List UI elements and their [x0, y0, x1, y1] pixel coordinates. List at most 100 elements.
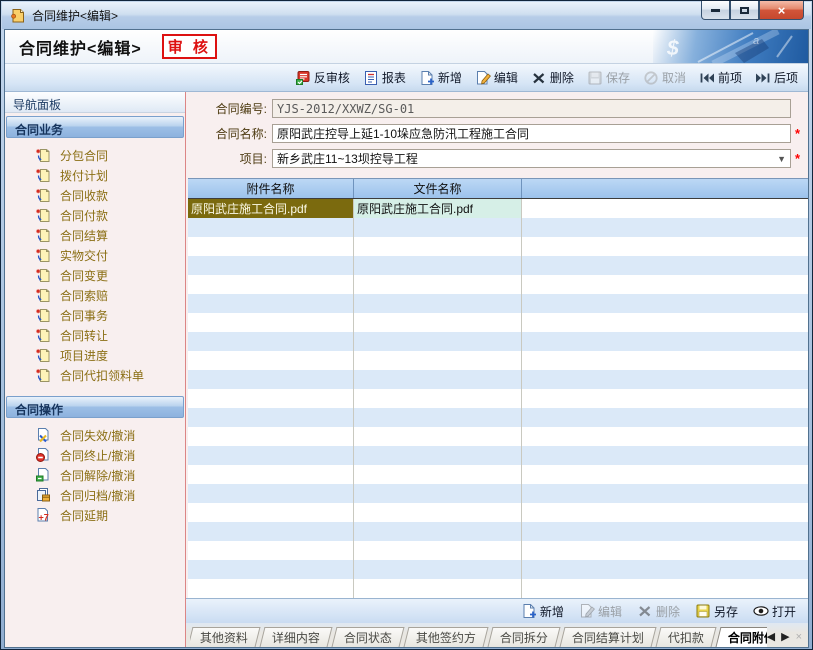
- table-cell: [522, 579, 808, 598]
- sidebar-item-label: 合同事务: [60, 307, 108, 324]
- button-label: 后项: [774, 69, 798, 86]
- table-row-empty[interactable]: [188, 313, 808, 332]
- sidebar-item-invalidate[interactable]: 合同失效/撤消: [5, 425, 185, 445]
- toolbar-next-item-button[interactable]: 后项: [751, 67, 802, 88]
- table-row-empty[interactable]: [188, 389, 808, 408]
- tab-detail-content[interactable]: 详细内容: [260, 627, 333, 647]
- table-row-empty[interactable]: [188, 256, 808, 275]
- archive-icon: [35, 487, 51, 503]
- table-cell: [522, 256, 808, 275]
- sidebar-item-physical-delivery[interactable]: 实物交付: [5, 245, 185, 265]
- doc-note-icon: [35, 167, 51, 183]
- form-row-contract-number: 合同编号: YJS-2012/XXWZ/SG-01: [186, 98, 804, 119]
- column-header-2[interactable]: [522, 179, 808, 198]
- tab-label: 合同状态: [344, 629, 392, 646]
- sidebar-sections: 合同业务分包合同拨付计划合同收款合同付款合同结算实物交付合同变更合同索赔合同事务…: [5, 113, 185, 533]
- doc-note-icon: [35, 327, 51, 343]
- table-row-empty[interactable]: [188, 408, 808, 427]
- window-controls: ×: [701, 1, 804, 20]
- table-row-empty[interactable]: [188, 522, 808, 541]
- sidebar-item-extend[interactable]: +7合同延期: [5, 505, 185, 525]
- sidebar-item-archive[interactable]: 合同归档/撤消: [5, 485, 185, 505]
- table-row-empty[interactable]: [188, 275, 808, 294]
- sidebar-item-subcontract[interactable]: 分包合同: [5, 145, 185, 165]
- toolbar-edit-button[interactable]: 编辑: [471, 67, 522, 88]
- project-dropdown[interactable]: 新乡武庄11~13坝控导工程 ▼: [272, 149, 791, 168]
- table-row-empty[interactable]: [188, 332, 808, 351]
- toolbar-report-button[interactable]: 报表: [359, 67, 410, 88]
- toolbar-add-button[interactable]: 新增: [415, 67, 466, 88]
- tab-other-signers[interactable]: 其他签约方: [404, 627, 489, 647]
- tab-other-info[interactable]: 其他资料: [190, 627, 261, 647]
- sidebar-item-contract-claim[interactable]: 合同索赔: [5, 285, 185, 305]
- tab-withholding[interactable]: 代扣款: [656, 627, 717, 647]
- sidebar-item-payment-plan[interactable]: 拨付计划: [5, 165, 185, 185]
- table-row-empty[interactable]: [188, 579, 808, 598]
- tab-settlement-plan[interactable]: 合同结算计划: [560, 627, 657, 647]
- table-row-empty[interactable]: [188, 351, 808, 370]
- sidebar-item-withhold-material[interactable]: 合同代扣领料单: [5, 365, 185, 385]
- table-row-empty[interactable]: [188, 560, 808, 579]
- button-label: 新增: [540, 603, 564, 620]
- bottom-toolbar-save-as-button[interactable]: 另存: [691, 601, 742, 622]
- tab-contract-status[interactable]: 合同状态: [332, 627, 405, 647]
- table-cell: [522, 370, 808, 389]
- toolbar-delete-button[interactable]: 删除: [527, 67, 578, 88]
- table-row-empty[interactable]: [188, 237, 808, 256]
- app-frame: 合同维护<编辑> 审 核 $a 反审核报表新增编辑删除保存取消前项后项 导航面板…: [4, 29, 809, 648]
- table-row-empty[interactable]: [188, 503, 808, 522]
- table-row-empty[interactable]: [188, 484, 808, 503]
- sidebar-item-label: 合同收款: [60, 187, 108, 204]
- toolbar-prev-item-button[interactable]: 前项: [695, 67, 746, 88]
- table-cell: [354, 275, 522, 294]
- tab-attachments[interactable]: 合同附件: [716, 627, 767, 647]
- toolbar-revoke-audit-button[interactable]: 反审核: [291, 67, 354, 88]
- contract-name-field[interactable]: 原阳武庄控导上延1-10垛应急防汛工程施工合同: [272, 124, 791, 143]
- sidebar-item-label: 合同解除/撤消: [60, 467, 135, 484]
- close-button[interactable]: ×: [759, 1, 804, 20]
- table-row-empty[interactable]: [188, 465, 808, 484]
- sidebar-item-contract-affairs[interactable]: 合同事务: [5, 305, 185, 325]
- tab-contract-split[interactable]: 合同拆分: [488, 627, 561, 647]
- table-cell: [354, 427, 522, 446]
- sidebar-item-project-progress[interactable]: 项目进度: [5, 345, 185, 365]
- minimize-button[interactable]: [701, 1, 730, 20]
- button-label: 新增: [438, 69, 462, 86]
- table-row-empty[interactable]: [188, 446, 808, 465]
- table-row-empty[interactable]: [188, 218, 808, 237]
- tab-scroll-right-button[interactable]: ▶: [781, 630, 789, 643]
- table-cell: [522, 465, 808, 484]
- sidebar-item-contract-change[interactable]: 合同变更: [5, 265, 185, 285]
- table-row-selected[interactable]: 原阳武庄施工合同.pdf原阳武庄施工合同.pdf: [188, 199, 808, 218]
- sidebar-items-contract-business: 分包合同拨付计划合同收款合同付款合同结算实物交付合同变更合同索赔合同事务合同转让…: [5, 140, 185, 393]
- titlebar[interactable]: 合同维护<编辑>: [2, 2, 811, 29]
- sidebar-item-terminate[interactable]: 合同终止/撤消: [5, 445, 185, 465]
- maximize-button[interactable]: [730, 1, 759, 20]
- table-cell: [188, 465, 354, 484]
- sidebar-section-contract-business[interactable]: 合同业务: [6, 116, 184, 138]
- doc-new-icon: [521, 603, 537, 619]
- table-row-empty[interactable]: [188, 427, 808, 446]
- sidebar-item-contract-settlement[interactable]: 合同结算: [5, 225, 185, 245]
- contract-name-label: 合同名称:: [186, 125, 272, 142]
- table-cell: [354, 313, 522, 332]
- tab-scroll-left-button[interactable]: ◀: [767, 630, 775, 643]
- bottom-toolbar-open-button[interactable]: 打开: [749, 601, 800, 622]
- next-icon: [755, 70, 771, 86]
- bottom-toolbar-add-button[interactable]: 新增: [517, 601, 568, 622]
- table-cell: [188, 541, 354, 560]
- column-header-1[interactable]: 文件名称: [354, 179, 522, 198]
- table-cell: [354, 522, 522, 541]
- sidebar-item-contract-receipt[interactable]: 合同收款: [5, 185, 185, 205]
- sidebar-item-rescind[interactable]: 合同解除/撤消: [5, 465, 185, 485]
- sidebar-item-contract-payment[interactable]: 合同付款: [5, 205, 185, 225]
- sidebar-item-contract-transfer[interactable]: 合同转让: [5, 325, 185, 345]
- table-row-empty[interactable]: [188, 294, 808, 313]
- column-header-0[interactable]: 附件名称: [188, 179, 354, 198]
- contract-number-field[interactable]: YJS-2012/XXWZ/SG-01: [272, 99, 791, 118]
- tab-close-button[interactable]: ×: [796, 631, 802, 643]
- sidebar-section-contract-operations[interactable]: 合同操作: [6, 396, 184, 418]
- table-row-empty[interactable]: [188, 370, 808, 389]
- table-row-empty[interactable]: [188, 541, 808, 560]
- button-label: 打开: [772, 603, 796, 620]
